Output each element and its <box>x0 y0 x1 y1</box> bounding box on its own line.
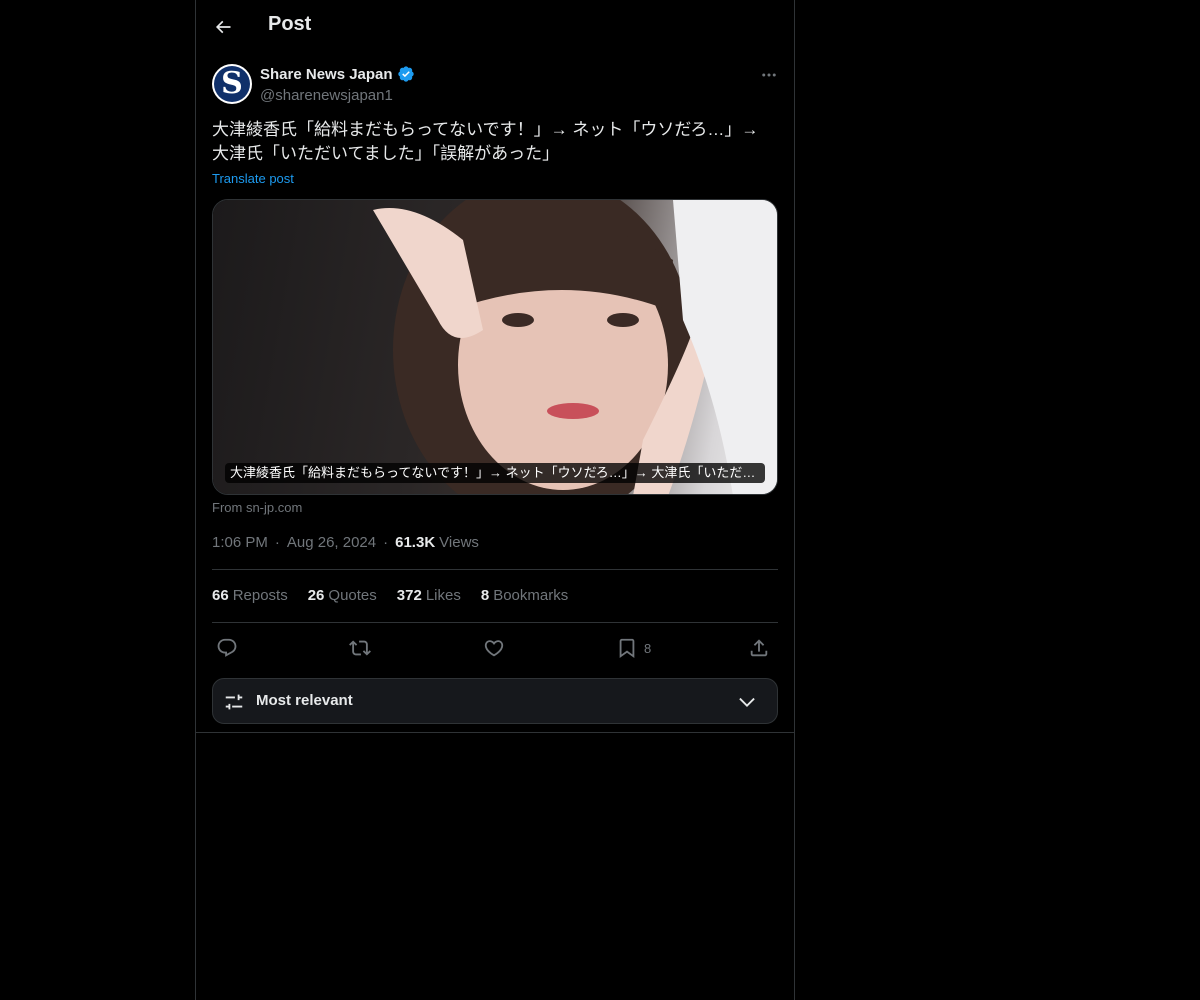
author-display-name: Share News Japan <box>260 65 393 83</box>
page-header: Post <box>196 0 794 54</box>
post-date[interactable]: Aug 26, 2024 <box>287 534 376 551</box>
bookmarks-count: 8 <box>480 587 490 604</box>
post-text-line: 大津綾香氏「給料まだもらってないです！」→ ネット「ウソだろ…」→ <box>212 120 759 139</box>
bookmarks-stat[interactable]: 8 Bookmarks <box>481 587 568 604</box>
likes-stat[interactable]: 372 Likes <box>397 587 461 604</box>
quotes-stat[interactable]: 26 Quotes <box>308 587 377 604</box>
avatar-letter: S <box>214 66 250 102</box>
action-bar: 8 <box>212 635 778 661</box>
link-source[interactable]: From sn-jp.com <box>212 500 302 515</box>
back-button[interactable] <box>206 8 240 46</box>
page-title: Post <box>268 13 312 35</box>
divider <box>196 732 794 733</box>
reposts-count: 66 <box>212 587 229 604</box>
media-caption: 大津綾香氏「給料まだもらってないです！」→ ネット「ウソだろ…」→ 大津氏「いた… <box>225 463 765 483</box>
likes-label: Likes <box>425 587 461 604</box>
main-column: Post S Share News Japan @sharenewsjapan1… <box>195 0 795 1000</box>
post-text-line: 大津氏「いただいてました」「誤解があった」 <box>212 144 560 163</box>
divider <box>212 622 778 623</box>
repost-icon <box>349 637 371 659</box>
bookmark-button[interactable]: 8 <box>616 635 651 661</box>
sort-replies-dropdown[interactable]: Most relevant <box>212 678 778 724</box>
quotes-label: Quotes <box>328 587 377 604</box>
bookmarks-label: Bookmarks <box>493 587 569 604</box>
views-label: Views <box>439 534 479 551</box>
quotes-count: 26 <box>307 587 325 604</box>
post-text: 大津綾香氏「給料まだもらってないです！」→ ネット「ウソだろ…」→ 大津氏「いた… <box>212 118 778 166</box>
reply-icon <box>216 637 238 659</box>
more-dots-icon <box>760 66 778 84</box>
share-icon <box>748 637 770 659</box>
like-button[interactable] <box>483 635 505 661</box>
bookmark-icon <box>616 637 638 659</box>
more-options-button[interactable] <box>756 64 782 86</box>
sort-label: Most relevant <box>256 692 353 709</box>
verified-badge-icon <box>397 65 415 83</box>
heart-icon <box>483 637 505 659</box>
post-meta: 1:06 PM · Aug 26, 2024 · 61.3K Views <box>212 534 479 551</box>
arrow-left-icon <box>213 17 233 37</box>
reposts-label: Reposts <box>232 587 288 604</box>
repost-button[interactable] <box>349 635 371 661</box>
chevron-down-icon <box>736 691 758 713</box>
photo-of-woman <box>213 200 777 494</box>
author-name[interactable]: Share News Japan <box>260 65 415 83</box>
reposts-stat[interactable]: 66 Reposts <box>212 587 288 604</box>
share-button[interactable] <box>748 635 770 661</box>
author-handle[interactable]: @sharenewsjapan1 <box>260 87 393 104</box>
engagement-stats: 66 Reposts 26 Quotes 372 Likes 8 Bookmarks <box>212 587 568 604</box>
reply-button[interactable] <box>216 635 238 661</box>
sliders-icon <box>223 691 245 713</box>
avatar[interactable]: S <box>212 64 252 104</box>
likes-count: 372 <box>396 587 422 604</box>
bookmark-count: 8 <box>644 640 652 656</box>
translate-post-link[interactable]: Translate post <box>212 171 294 186</box>
link-card-image[interactable]: 大津綾香氏「給料まだもらってないです！」→ ネット「ウソだろ…」→ 大津氏「いた… <box>212 199 778 495</box>
divider <box>212 569 778 570</box>
separator-dot: · <box>274 534 280 551</box>
separator-dot: · <box>383 534 389 551</box>
views-count: 61.3K <box>395 534 436 551</box>
post-time[interactable]: 1:06 PM <box>212 534 268 551</box>
